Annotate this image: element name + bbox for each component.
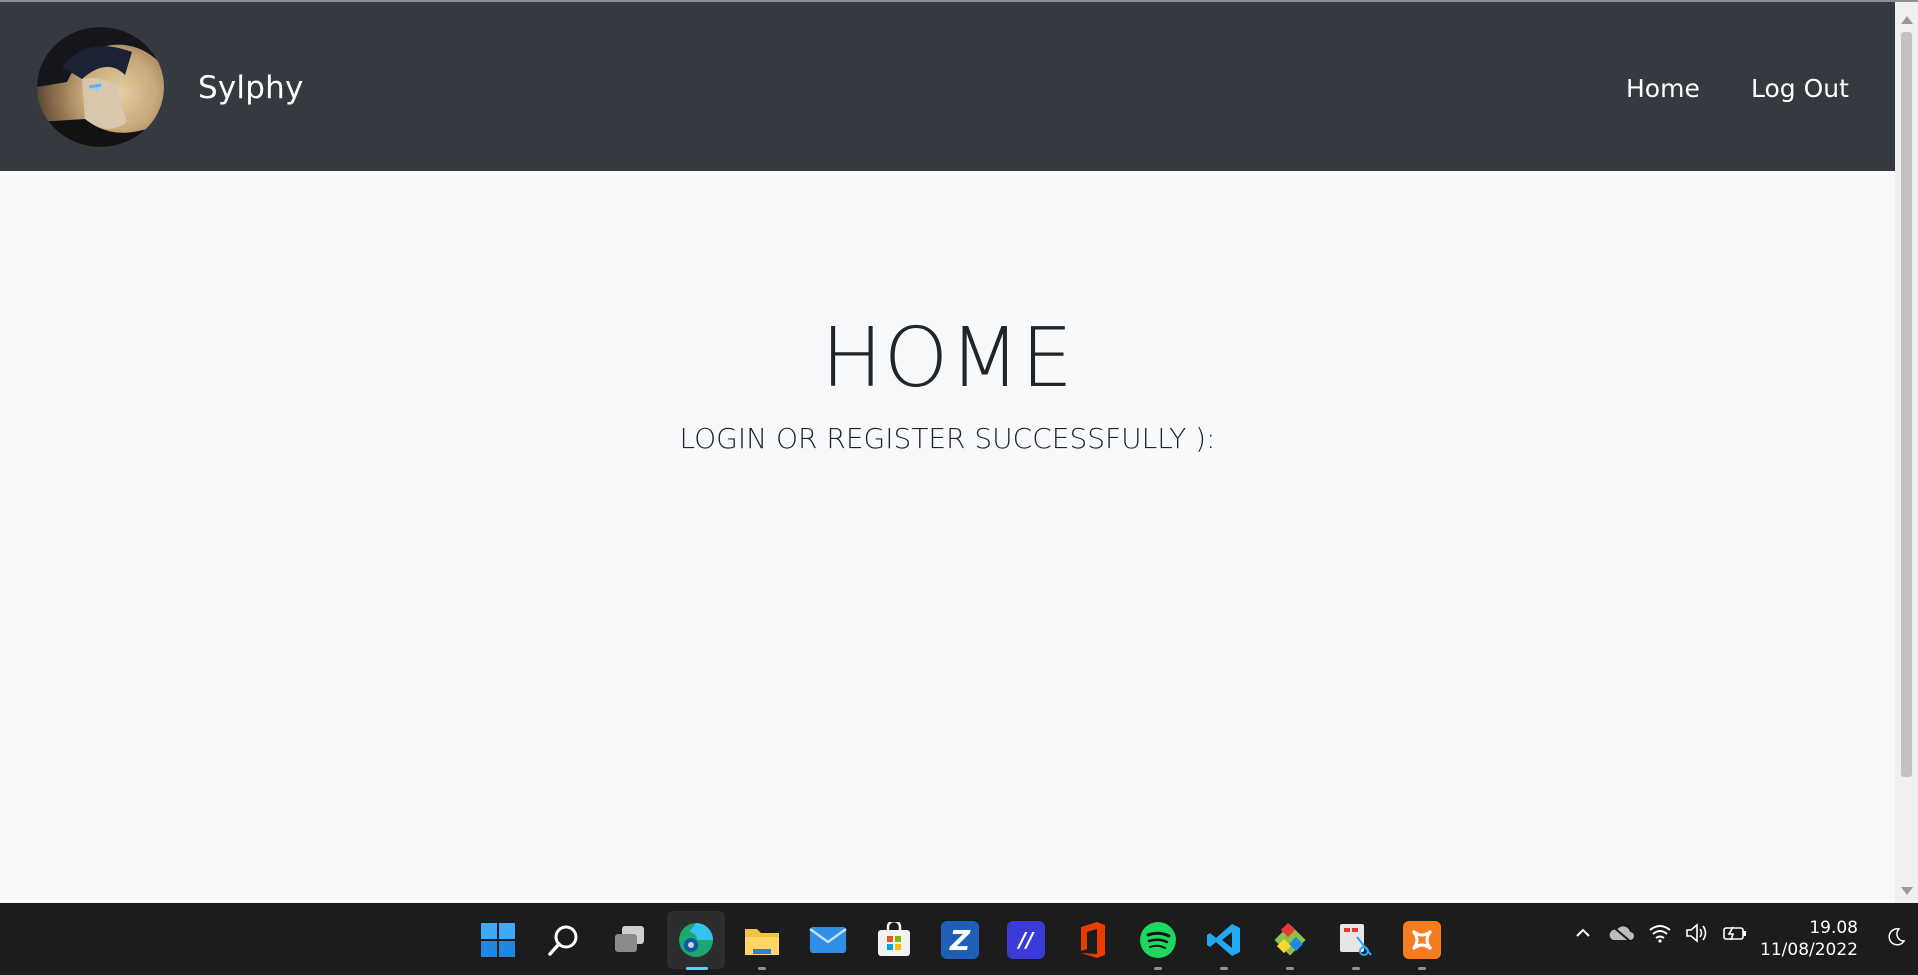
spotify-icon[interactable]: [1139, 921, 1177, 959]
mail-icon[interactable]: [809, 921, 847, 959]
explorer-running-indicator: [758, 967, 766, 970]
xampp-running-indicator: [1418, 967, 1426, 970]
search-icon[interactable]: [545, 921, 583, 959]
app-z-icon[interactable]: Z: [941, 921, 979, 959]
app-ma-icon[interactable]: //: [1007, 921, 1045, 959]
snipping-tool-icon[interactable]: [1337, 921, 1375, 959]
wifi-icon[interactable]: [1648, 923, 1672, 948]
scroll-up-arrow-icon[interactable]: [1901, 16, 1913, 24]
page-title: HOME: [821, 311, 1074, 406]
brand-name[interactable]: Sylphy: [198, 70, 304, 106]
spotify-running-indicator: [1154, 967, 1162, 970]
navbar: Sylphy Home Log Out: [0, 2, 1895, 171]
task-view-icon[interactable]: [611, 921, 649, 959]
clock-time: 19.08: [1809, 918, 1858, 938]
nav-home-link[interactable]: Home: [1626, 74, 1700, 103]
taskbar: Z // 19.08 11/08/2022: [0, 903, 1918, 975]
system-clock[interactable]: 19.08 11/08/2022: [1760, 917, 1858, 961]
show-hidden-icons-chevron-icon[interactable]: [1574, 923, 1592, 947]
volume-icon[interactable]: [1685, 923, 1709, 948]
git-icon[interactable]: [1271, 921, 1309, 959]
onedrive-offline-icon[interactable]: [1607, 923, 1635, 948]
main-content: HOME LOGIN OR REGISTER SUCCESSFULLY ):: [0, 171, 1895, 903]
windows-start-icon[interactable]: [479, 921, 517, 959]
microsoft-store-icon[interactable]: [875, 921, 913, 959]
battery-icon[interactable]: [1722, 923, 1748, 948]
vscode-running-indicator: [1220, 967, 1228, 970]
edge-running-indicator: [686, 967, 708, 970]
edge-browser-icon[interactable]: [677, 921, 715, 959]
clock-date: 11/08/2022: [1760, 940, 1858, 960]
vertical-scrollbar[interactable]: [1895, 2, 1918, 903]
snipping-running-indicator: [1352, 967, 1360, 970]
scroll-down-arrow-icon[interactable]: [1901, 887, 1913, 895]
nav-logout-link[interactable]: Log Out: [1751, 74, 1849, 103]
vscode-icon[interactable]: [1205, 921, 1243, 959]
scroll-thumb[interactable]: [1901, 32, 1912, 777]
page-subtitle: LOGIN OR REGISTER SUCCESSFULLY ):: [679, 422, 1216, 455]
office-icon[interactable]: [1073, 921, 1111, 959]
avatar[interactable]: [37, 27, 164, 147]
git-running-indicator: [1286, 967, 1294, 970]
file-explorer-icon[interactable]: [743, 921, 781, 959]
focus-assist-moon-icon[interactable]: [1886, 927, 1906, 951]
xampp-icon[interactable]: [1403, 921, 1441, 959]
